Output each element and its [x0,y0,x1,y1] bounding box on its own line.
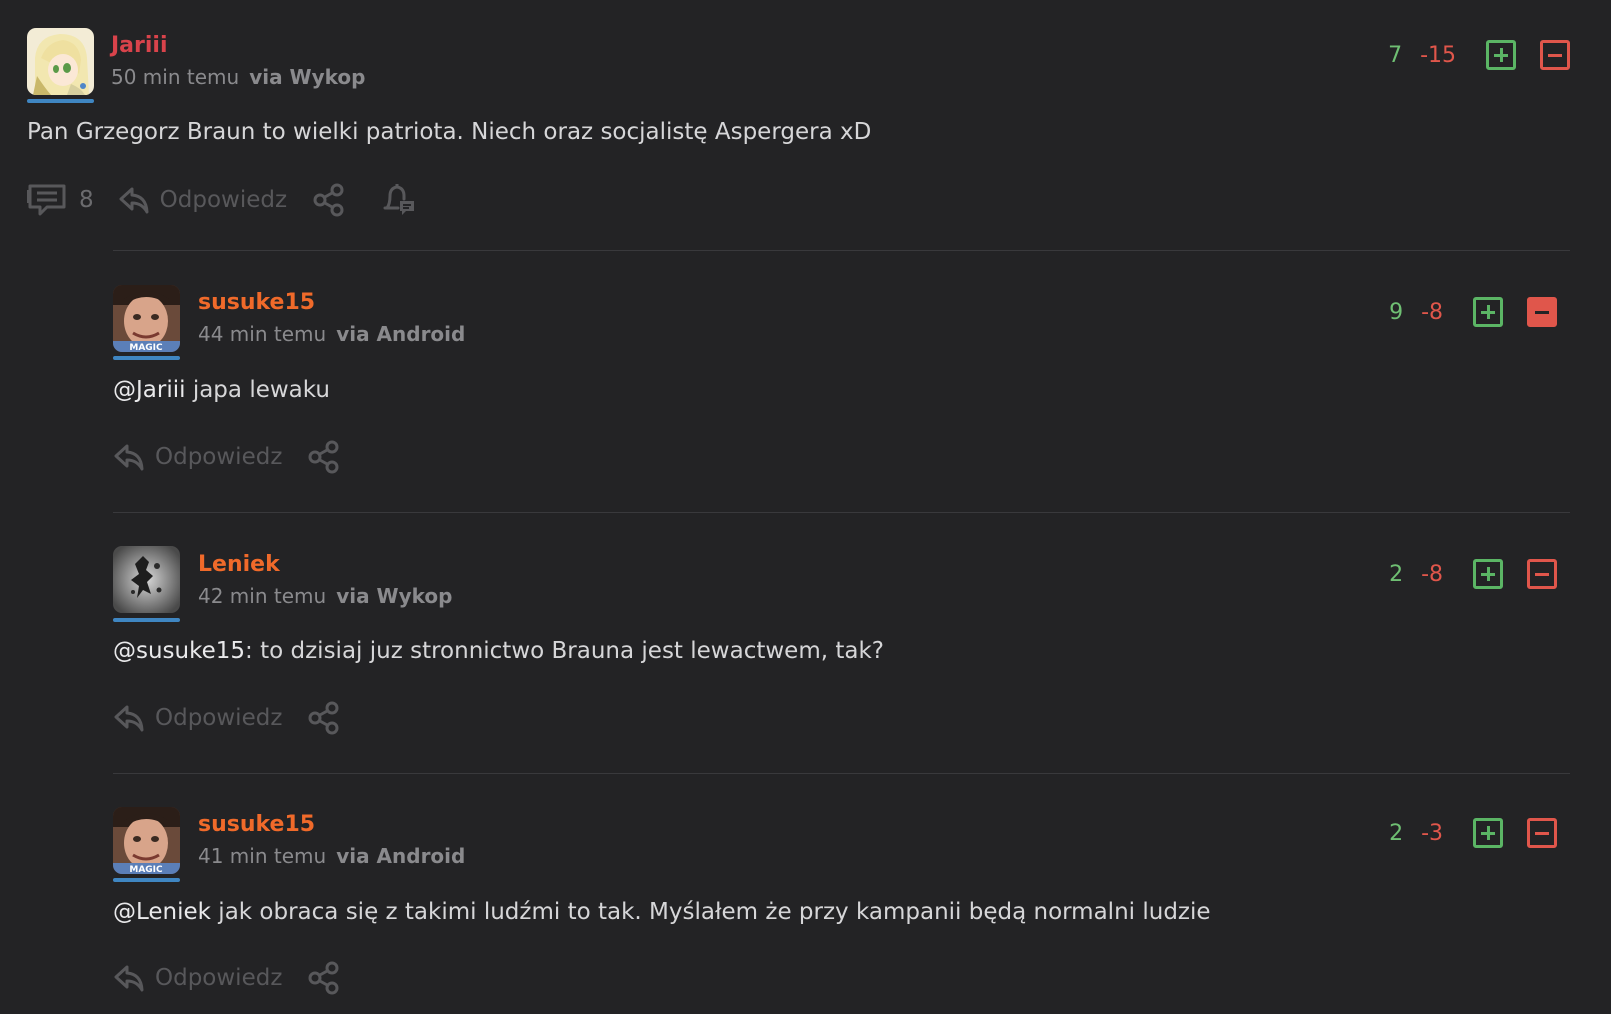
downvote-count: -8 [1421,299,1443,325]
username[interactable]: susuke15 [198,290,315,315]
svg-text:MAGIC: MAGIC [129,343,163,352]
avatar-underline [113,618,180,622]
comments-toggle[interactable]: 8 [27,183,94,217]
timestamp: 42 min temu [198,584,327,608]
comment-actions: Odpowiedz [113,698,342,738]
reply-icon [119,187,149,214]
comment-text: @Jariii japa lewaku [113,377,330,403]
via-source[interactable]: via Android [336,844,465,868]
divider [113,773,1570,774]
divider [113,512,1570,513]
share-button[interactable] [306,700,342,736]
comments-count: 8 [79,187,94,213]
upvote-button[interactable] [1473,818,1503,848]
mr-bean-magic-avatar-icon: MAGIC [113,807,180,874]
upvote-count: 2 [1389,820,1404,846]
reply-button[interactable]: Odpowiedz [113,441,282,473]
reply-icon [114,965,144,992]
comment-body: Pan Grzegorz Braun to wielki patriota. N… [27,119,872,145]
reply-icon [114,705,144,732]
reply-label: Odpowiedz [155,965,283,991]
comment-actions: Odpowiedz [113,958,342,998]
downvote-button[interactable] [1527,818,1557,848]
downvote-count: -8 [1421,561,1443,587]
downvote-count: -15 [1420,42,1456,68]
comments-icon [27,184,66,216]
username[interactable]: Jariii [111,33,168,58]
username[interactable]: susuke15 [198,812,315,837]
reply-label: Odpowiedz [155,444,283,470]
comment-body: jak obraca się z takimi ludźmi to tak. M… [211,899,1211,925]
avatar[interactable] [113,546,180,613]
username[interactable]: Leniek [198,552,280,577]
svg-text:MAGIC: MAGIC [129,865,163,874]
vote-panel: 7 -15 [1388,40,1570,70]
via-source[interactable]: via Wykop [336,584,452,608]
upvote-button[interactable] [1486,40,1516,70]
share-icon [308,701,339,735]
share-button[interactable] [306,960,342,996]
mention-link[interactable]: @susuke15 [113,638,245,664]
upvote-count: 2 [1389,561,1404,587]
avatar-underline [113,878,180,882]
via-source[interactable]: via Wykop [249,65,365,89]
reply-icon [114,444,144,471]
comment-meta: 50 min temu via Wykop [111,65,365,89]
avatar-underline [113,356,180,360]
downvote-button[interactable] [1527,559,1557,589]
avatar[interactable]: MAGIC [113,807,180,874]
share-icon [308,961,339,995]
comment-meta: 41 min temu via Android [198,844,465,868]
timestamp: 41 min temu [198,844,327,868]
reply-button[interactable]: Odpowiedz [113,962,282,994]
comment-meta: 42 min temu via Wykop [198,584,452,608]
upvote-count: 9 [1389,299,1404,325]
reply-label: Odpowiedz [155,705,283,731]
reply-label: Odpowiedz [159,187,288,213]
avatar[interactable]: MAGIC [113,285,180,352]
comment-text: @susuke15: to dzisiaj juz stronnictwo Br… [113,638,884,664]
reply-button[interactable]: Odpowiedz [118,184,287,216]
via-source[interactable]: via Android [336,322,465,346]
ink-splash-avatar-icon [113,546,180,613]
upvote-button[interactable] [1473,297,1503,327]
comment-actions: 8 Odpowiedz [27,180,417,220]
upvote-count: 7 [1388,42,1403,68]
mention-link[interactable]: @Leniek [113,899,211,925]
upvote-button[interactable] [1473,559,1503,589]
share-icon [313,183,344,217]
observe-button[interactable] [381,182,417,218]
downvote-button[interactable] [1540,40,1570,70]
vote-panel: 9 -8 [1389,297,1557,327]
comment-meta: 44 min temu via Android [198,322,465,346]
bell-comment-icon [383,184,415,215]
share-icon [308,440,339,474]
mention-link[interactable]: @Jariii [113,377,186,403]
timestamp: 50 min temu [111,65,240,89]
comment-body: : to dzisiaj juz stronnictwo Brauna jest… [245,638,884,664]
share-button[interactable] [306,439,342,475]
avatar-underline [27,99,94,103]
comment-body: japa lewaku [185,377,330,403]
downvote-count: -3 [1421,820,1443,846]
mr-bean-magic-avatar-icon: MAGIC [113,285,180,352]
comments-thread: Jariii 50 min temu via Wykop 7 -15 Pan Gr… [0,0,1611,1014]
downvote-button[interactable] [1527,297,1557,327]
timestamp: 44 min temu [198,322,327,346]
comment-actions: Odpowiedz [113,437,342,477]
avatar[interactable] [27,28,94,95]
comment-text: Pan Grzegorz Braun to wielki patriota. N… [27,119,871,145]
share-button[interactable] [311,182,347,218]
reply-button[interactable]: Odpowiedz [113,702,282,734]
vote-panel: 2 -3 [1389,818,1557,848]
anime-girl-avatar-icon [27,28,94,95]
divider [113,250,1570,251]
comment-text: @Leniek jak obraca się z takimi ludźmi t… [113,899,1211,925]
vote-panel: 2 -8 [1389,559,1557,589]
